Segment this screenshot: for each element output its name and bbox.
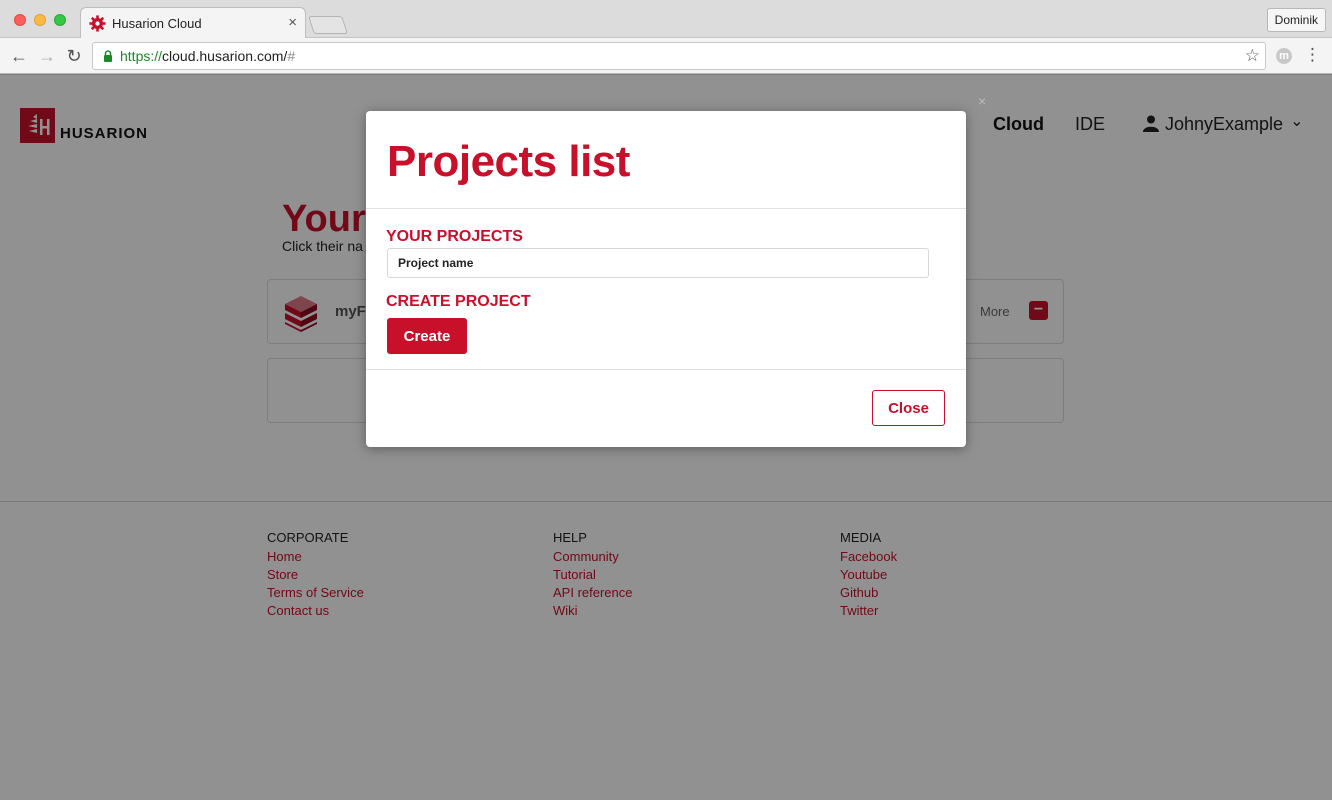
modal-divider — [366, 369, 966, 370]
back-arrow-icon[interactable]: ← — [8, 45, 30, 67]
modal-divider — [366, 208, 966, 209]
project-name-input[interactable] — [387, 248, 929, 278]
gear-icon — [89, 15, 106, 32]
window-maximize-button[interactable] — [54, 14, 66, 26]
create-project-heading: CREATE PROJECT — [386, 293, 531, 310]
tab-title: Husarion Cloud — [112, 16, 202, 31]
close-button[interactable]: Close — [872, 390, 945, 426]
lock-icon — [104, 50, 112, 62]
your-projects-heading: YOUR PROJECTS — [386, 228, 523, 245]
url-text: https://cloud.husarion.com/# — [120, 48, 296, 64]
reload-icon[interactable]: ↻ — [63, 45, 85, 67]
url-field[interactable]: https://cloud.husarion.com/# ☆ — [92, 42, 1266, 70]
tab-close-icon[interactable]: × — [288, 14, 297, 32]
projects-list-modal: Projects list YOUR PROJECTS CREATE PROJE… — [366, 111, 966, 447]
bookmark-star-icon[interactable]: ☆ — [1245, 46, 1260, 66]
modal-dismiss-icon[interactable]: × — [978, 93, 986, 109]
create-button[interactable]: Create — [387, 318, 467, 354]
browser-tab-active[interactable]: Husarion Cloud × — [80, 7, 306, 39]
address-bar-row: ← → ↻ https://cloud.husarion.com/# ☆ m ⋮ — [0, 38, 1332, 74]
browser-menu-icon[interactable]: ⋮ — [1304, 45, 1321, 65]
extension-icon[interactable]: m — [1276, 48, 1292, 64]
profile-button[interactable]: Dominik — [1266, 8, 1326, 32]
new-tab-button[interactable] — [308, 16, 348, 34]
modal-title: Projects list — [387, 137, 630, 186]
forward-arrow-icon[interactable]: → — [36, 45, 58, 67]
window-minimize-button[interactable] — [34, 14, 46, 26]
browser-tab-bar: Husarion Cloud × Dominik — [0, 0, 1332, 39]
window-close-button[interactable] — [14, 14, 26, 26]
